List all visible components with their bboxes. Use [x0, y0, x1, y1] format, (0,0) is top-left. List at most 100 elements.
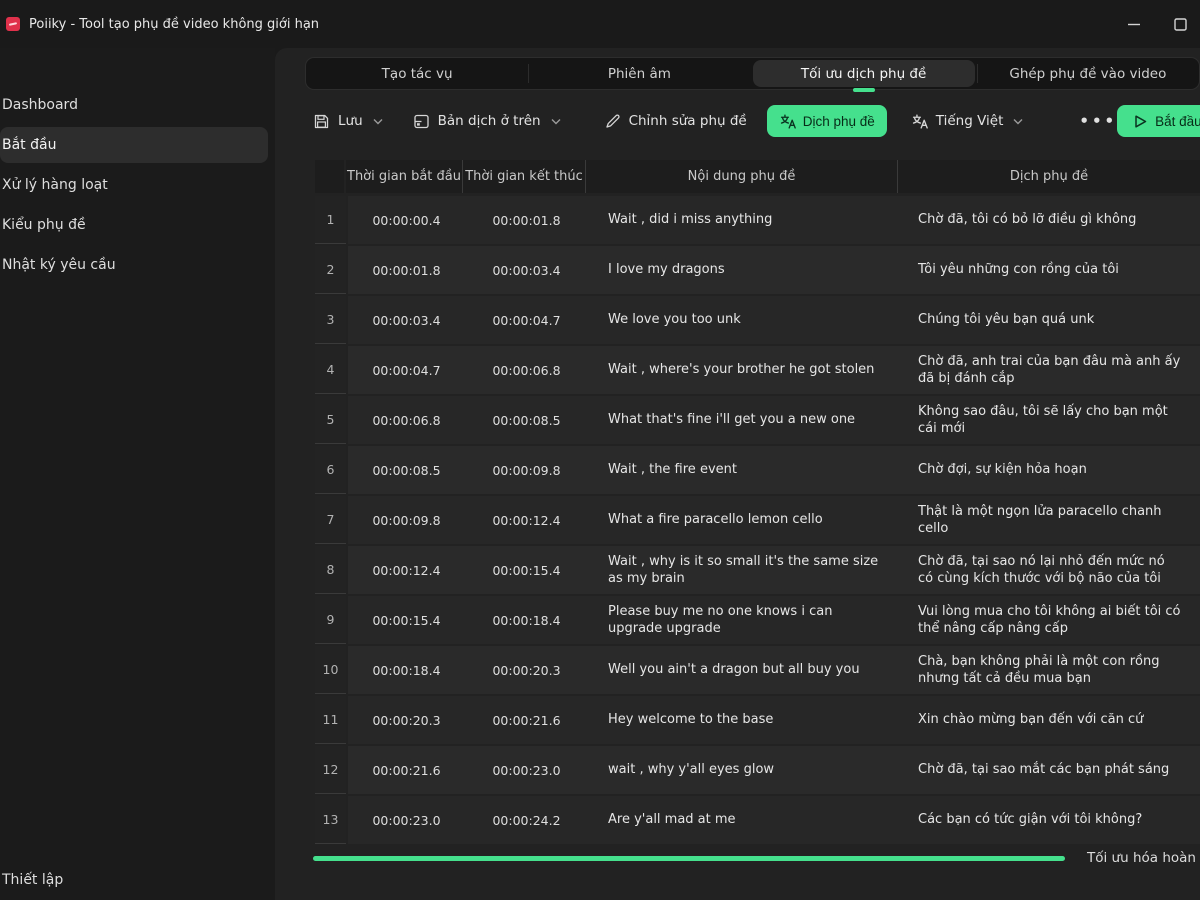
sidebar: Dashboard Bắt đầu Xử lý hàng loạt Kiểu p… [0, 48, 275, 900]
end-time-cell[interactable]: 00:00:08.5 [465, 396, 588, 444]
start-button[interactable]: Bắt đầu [1117, 105, 1200, 137]
toolbar: Lưu Bản dịch ở trên Chỉnh sửa phụ đề [313, 103, 1200, 139]
subtitle-content-cell[interactable]: Hey welcome to the base [588, 696, 900, 744]
sidebar-item-start[interactable]: Bắt đầu [0, 127, 268, 163]
table-row[interactable]: 8 00:00:12.4 00:00:15.4 Wait , why is it… [315, 546, 1200, 594]
start-time-cell[interactable]: 00:00:20.3 [348, 696, 465, 744]
sidebar-item-batch[interactable]: Xử lý hàng loạt [0, 167, 268, 203]
end-time-cell[interactable]: 00:00:01.8 [465, 196, 588, 244]
subtitle-translation-cell[interactable]: Chờ đã, tại sao nó lại nhỏ đến mức nó có… [900, 546, 1200, 594]
subtitle-translation-cell[interactable]: Các bạn có tức giận với tôi không? [900, 796, 1200, 844]
sidebar-item-dashboard[interactable]: Dashboard [0, 87, 268, 123]
tab-transcribe[interactable]: Phiên âm [528, 58, 750, 89]
tab-merge-video[interactable]: Ghép phụ đề vào video [977, 58, 1199, 89]
row-number-cell: 8 [315, 546, 346, 594]
tab-optimize-translate[interactable]: Tối ưu dịch phụ đề [753, 60, 975, 87]
row-number-cell: 3 [315, 296, 346, 344]
chevron-down-icon [1013, 118, 1023, 125]
end-time-cell[interactable]: 00:00:23.0 [465, 746, 588, 794]
subtitle-translation-cell[interactable]: Xin chào mừng bạn đến với căn cứ [900, 696, 1200, 744]
start-time-cell[interactable]: 00:00:03.4 [348, 296, 465, 344]
end-time-cell[interactable]: 00:00:12.4 [465, 496, 588, 544]
subtitle-translation-cell[interactable]: Thật là một ngọn lửa paracello chanh cel… [900, 496, 1200, 544]
subtitle-translation-cell[interactable]: Chà, bạn không phải là một con rồng nhưn… [900, 646, 1200, 694]
end-time-cell[interactable]: 00:00:03.4 [465, 246, 588, 294]
table-row[interactable]: 6 00:00:08.5 00:00:09.8 Wait , the fire … [315, 446, 1200, 494]
table-row[interactable]: 13 00:00:23.0 00:00:24.2 Are y'all mad a… [315, 796, 1200, 844]
more-options-button[interactable]: ••• [1079, 112, 1117, 130]
sidebar-item-settings[interactable]: Thiết lập [0, 865, 268, 895]
end-time-cell[interactable]: 00:00:15.4 [465, 546, 588, 594]
end-time-cell[interactable]: 00:00:04.7 [465, 296, 588, 344]
start-time-cell[interactable]: 00:00:15.4 [348, 596, 465, 644]
start-time-cell[interactable]: 00:00:06.8 [348, 396, 465, 444]
subtitle-content-cell[interactable]: Please buy me no one knows i can upgrade… [588, 596, 900, 644]
row-number-cell: 5 [315, 396, 346, 444]
subtitle-content-cell[interactable]: What a fire paracello lemon cello [588, 496, 900, 544]
table-row[interactable]: 12 00:00:21.6 00:00:23.0 wait , why y'al… [315, 746, 1200, 794]
subtitle-translation-cell[interactable]: Chúng tôi yêu bạn quá unk [900, 296, 1200, 344]
translation-position-dropdown[interactable]: Bản dịch ở trên [413, 113, 561, 130]
table-row[interactable]: 3 00:00:03.4 00:00:04.7 We love you too … [315, 296, 1200, 344]
end-time-cell[interactable]: 00:00:20.3 [465, 646, 588, 694]
start-time-cell[interactable]: 00:00:01.8 [348, 246, 465, 294]
table-row[interactable]: 7 00:00:09.8 00:00:12.4 What a fire para… [315, 496, 1200, 544]
save-button[interactable]: Lưu [313, 113, 383, 130]
subtitle-content-cell[interactable]: wait , why y'all eyes glow [588, 746, 900, 794]
table-row[interactable]: 4 00:00:04.7 00:00:06.8 Wait , where's y… [315, 346, 1200, 394]
row-number-cell: 7 [315, 496, 346, 544]
start-time-cell[interactable]: 00:00:09.8 [348, 496, 465, 544]
header-start-time: Thời gian bắt đầu [346, 160, 463, 193]
start-time-cell[interactable]: 00:00:18.4 [348, 646, 465, 694]
row-number-cell: 6 [315, 446, 346, 494]
translate-subtitle-label: Dịch phụ đề [803, 114, 875, 129]
sidebar-item-request-log[interactable]: Nhật ký yêu cầu [0, 247, 268, 283]
subtitle-content-cell[interactable]: Wait , did i miss anything [588, 196, 900, 244]
translate-subtitle-button[interactable]: Dịch phụ đề [767, 105, 887, 137]
maximize-button[interactable] [1157, 0, 1200, 48]
app-logo-icon [6, 17, 20, 31]
play-icon [1133, 114, 1148, 129]
subtitle-content-cell[interactable]: We love you too unk [588, 296, 900, 344]
table-row[interactable]: 10 00:00:18.4 00:00:20.3 Well you ain't … [315, 646, 1200, 694]
end-time-cell[interactable]: 00:00:21.6 [465, 696, 588, 744]
sidebar-nav: Dashboard Bắt đầu Xử lý hàng loạt Kiểu p… [0, 48, 275, 283]
table-row[interactable]: 11 00:00:20.3 00:00:21.6 Hey welcome to … [315, 696, 1200, 744]
subtitle-translation-cell[interactable]: Tôi yêu những con rồng của tôi [900, 246, 1200, 294]
table-row[interactable]: 5 00:00:06.8 00:00:08.5 What that's fine… [315, 396, 1200, 444]
start-time-cell[interactable]: 00:00:00.4 [348, 196, 465, 244]
start-time-cell[interactable]: 00:00:23.0 [348, 796, 465, 844]
end-time-cell[interactable]: 00:00:18.4 [465, 596, 588, 644]
subtitle-content-cell[interactable]: What that's fine i'll get you a new one [588, 396, 900, 444]
end-time-cell[interactable]: 00:00:09.8 [465, 446, 588, 494]
subtitle-translation-cell[interactable]: Chờ đợi, sự kiện hỏa hoạn [900, 446, 1200, 494]
subtitle-content-cell[interactable]: Are y'all mad at me [588, 796, 900, 844]
table-body: 1 00:00:00.4 00:00:01.8 Wait , did i mis… [315, 196, 1200, 844]
table-row[interactable]: 2 00:00:01.8 00:00:03.4 I love my dragon… [315, 246, 1200, 294]
edit-subtitle-button[interactable]: Chỉnh sửa phụ đề [605, 113, 747, 129]
subtitle-translation-cell[interactable]: Không sao đâu, tôi sẽ lấy cho bạn một cá… [900, 396, 1200, 444]
end-time-cell[interactable]: 00:00:06.8 [465, 346, 588, 394]
subtitle-content-cell[interactable]: Wait , where's your brother he got stole… [588, 346, 900, 394]
table-row[interactable]: 1 00:00:00.4 00:00:01.8 Wait , did i mis… [315, 196, 1200, 244]
minimize-button[interactable] [1110, 0, 1157, 48]
subtitle-translation-cell[interactable]: Chờ đã, tôi có bỏ lỡ điều gì không [900, 196, 1200, 244]
subtitle-content-cell[interactable]: Wait , why is it so small it's the same … [588, 546, 900, 594]
subtitle-content-cell[interactable]: I love my dragons [588, 246, 900, 294]
subtitle-translation-cell[interactable]: Vui lòng mua cho tôi không ai biết tôi c… [900, 596, 1200, 644]
start-time-cell[interactable]: 00:00:04.7 [348, 346, 465, 394]
language-dropdown[interactable]: Tiếng Việt [911, 113, 1024, 130]
start-time-cell[interactable]: 00:00:12.4 [348, 546, 465, 594]
subtitle-translation-cell[interactable]: Chờ đã, anh trai của bạn đâu mà anh ấy đ… [900, 346, 1200, 394]
sidebar-item-subtitle-style[interactable]: Kiểu phụ đề [0, 207, 268, 243]
table-row[interactable]: 9 00:00:15.4 00:00:18.4 Please buy me no… [315, 596, 1200, 644]
start-time-cell[interactable]: 00:00:08.5 [348, 446, 465, 494]
start-time-cell[interactable]: 00:00:21.6 [348, 746, 465, 794]
end-time-cell[interactable]: 00:00:24.2 [465, 796, 588, 844]
subtitle-content-cell[interactable]: Wait , the fire event [588, 446, 900, 494]
tab-create-task[interactable]: Tạo tác vụ [306, 58, 528, 89]
subtitle-content-cell[interactable]: Well you ain't a dragon but all buy you [588, 646, 900, 694]
subtitle-translation-cell[interactable]: Chờ đã, tại sao mắt các bạn phát sáng [900, 746, 1200, 794]
start-label: Bắt đầu [1155, 114, 1200, 129]
row-number-cell: 2 [315, 246, 346, 294]
